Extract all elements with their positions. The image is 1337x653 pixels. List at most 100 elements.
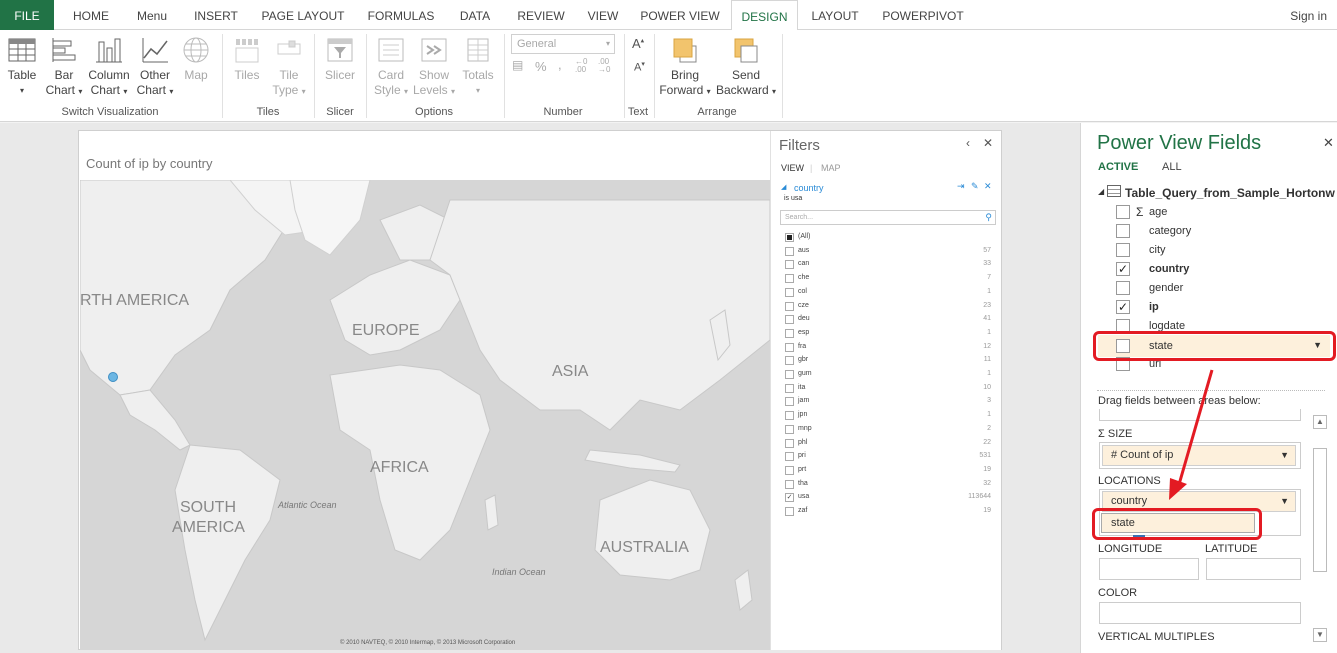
filter-value-row[interactable]: esp 1 (785, 328, 995, 341)
filter-value-row[interactable]: mnp 2 (785, 424, 995, 437)
filter-value-row[interactable]: jpn 1 (785, 410, 995, 423)
color-drop-area[interactable] (1099, 602, 1301, 624)
filter-value-checkbox[interactable] (785, 411, 794, 421)
decrease-font-icon[interactable]: A▾ (634, 60, 645, 74)
tab-insert[interactable]: INSERT (186, 0, 246, 30)
totals-button[interactable]: Totals ▾ (458, 36, 498, 98)
tab-layout[interactable]: LAYOUT (804, 0, 866, 30)
scroll-up-button[interactable]: ▲ (1313, 415, 1327, 429)
tab-power-view[interactable]: POWER VIEW (634, 0, 726, 30)
filter-search-input[interactable]: Search... ⚲ (780, 210, 996, 225)
decrease-decimal-icon[interactable]: .00 →0 (598, 58, 610, 74)
filter-value-checkbox[interactable] (785, 233, 794, 242)
send-backward-button[interactable]: Send Backward ▾ (714, 36, 778, 99)
filter-value-row[interactable]: fra 12 (785, 342, 995, 355)
show-levels-button[interactable]: Show Levels ▾ (412, 36, 456, 99)
slicer-button[interactable]: Slicer (320, 36, 360, 83)
field-item-category[interactable]: category (1116, 223, 1316, 241)
filter-value-checkbox[interactable] (785, 465, 794, 475)
filter-value-checkbox[interactable] (785, 397, 794, 407)
table-button[interactable]: Table ▾ (4, 36, 40, 98)
filter-value-row[interactable]: zaf 19 (785, 506, 995, 519)
map-data-point-usa[interactable] (108, 372, 118, 382)
tab-review[interactable]: REVIEW (510, 0, 572, 30)
filter-expand-icon[interactable]: ◢ (781, 183, 786, 191)
filter-value-checkbox[interactable] (785, 301, 794, 311)
filter-value-row[interactable]: can 33 (785, 259, 995, 272)
filter-value-checkbox[interactable] (785, 438, 794, 448)
field-checkbox[interactable] (1116, 205, 1130, 219)
number-format-dropdown[interactable]: General ▾ (511, 34, 615, 54)
field-item-ip[interactable]: ✓ ip (1116, 299, 1316, 317)
filter-value-checkbox[interactable] (785, 342, 794, 352)
filter-value-row[interactable]: cze 23 (785, 301, 995, 314)
delete-filter-icon[interactable]: ✕ (984, 181, 992, 192)
latitude-drop-area[interactable] (1206, 558, 1301, 580)
sign-in-link[interactable]: Sign in (1290, 0, 1327, 32)
card-style-button[interactable]: Card Style ▾ (370, 36, 412, 99)
tab-menu[interactable]: Menu (128, 0, 176, 30)
world-map[interactable]: RTH AMERICA EUROPE ASIA AFRICA SOUTH AME… (80, 180, 770, 650)
filter-value-checkbox[interactable] (785, 356, 794, 366)
filter-value-checkbox[interactable] (785, 507, 794, 516)
tab-data[interactable]: DATA (450, 0, 500, 30)
field-item-gender[interactable]: gender (1116, 280, 1316, 298)
filter-value-checkbox[interactable] (785, 452, 794, 462)
tab-page-layout[interactable]: PAGE LAYOUT (255, 0, 351, 30)
filter-value-checkbox[interactable] (785, 370, 794, 379)
tab-home[interactable]: HOME (64, 0, 118, 30)
filter-value-row[interactable]: col 1 (785, 287, 995, 300)
filter-value-row[interactable]: che 7 (785, 273, 995, 286)
bring-forward-button[interactable]: Bring Forward ▾ (658, 36, 712, 99)
tab-powerpivot[interactable]: POWERPIVOT (876, 0, 970, 30)
collapse-filters-icon[interactable]: ‹ (966, 136, 970, 150)
field-checkbox[interactable] (1116, 224, 1130, 238)
field-checkbox[interactable] (1116, 281, 1130, 295)
bar-chart-button[interactable]: Bar Chart ▾ (44, 36, 84, 99)
other-chart-button[interactable]: Other Chart ▾ (134, 36, 176, 99)
tiles-button[interactable]: Tiles (228, 36, 266, 83)
column-chart-button[interactable]: Column Chart ▾ (86, 36, 132, 99)
filter-value-checkbox[interactable] (785, 246, 794, 256)
filter-value-checkbox[interactable] (785, 479, 794, 489)
filter-mode-icon[interactable]: ⇥ (957, 181, 965, 192)
filter-value-row[interactable]: jam 3 (785, 396, 995, 409)
filter-value-row[interactable]: prt 19 (785, 465, 995, 478)
filter-value-row[interactable]: tha 32 (785, 479, 995, 492)
field-checkbox[interactable]: ✓ (1116, 300, 1130, 314)
fields-tab-active[interactable]: ACTIVE (1098, 161, 1138, 173)
tab-formulas[interactable]: FORMULAS (362, 0, 440, 30)
tab-file[interactable]: FILE (0, 0, 54, 30)
fields-tab-all[interactable]: ALL (1162, 161, 1182, 173)
filters-tab-view[interactable]: VIEW (781, 163, 804, 173)
filter-value-checkbox[interactable] (785, 260, 794, 270)
filter-value-row[interactable]: deu 41 (785, 314, 995, 327)
filter-value-checkbox[interactable] (785, 287, 794, 297)
field-checkbox[interactable]: ✓ (1116, 262, 1130, 276)
field-item-city[interactable]: city (1116, 242, 1316, 260)
tile-type-button[interactable]: Tile Type ▾ (270, 36, 308, 99)
filters-tab-map[interactable]: MAP (821, 163, 841, 173)
filter-value-row[interactable]: gbr 11 (785, 355, 995, 368)
tab-design[interactable]: DESIGN (731, 0, 798, 31)
filter-value-row[interactable]: aus 57 (785, 246, 995, 259)
collapse-table-icon[interactable]: ◢ (1098, 187, 1104, 196)
filter-value-checkbox[interactable]: ✓ (785, 493, 794, 503)
field-checkbox[interactable] (1116, 243, 1130, 257)
percent-icon[interactable]: % (535, 59, 547, 74)
scrollbar-track[interactable] (1313, 448, 1327, 572)
field-item-country[interactable]: ✓ country (1116, 261, 1316, 279)
filter-value-row[interactable]: phl 22 (785, 438, 995, 451)
increase-decimal-icon[interactable]: ←0.00 (575, 58, 587, 74)
currency-format-icon[interactable]: ▤ (512, 58, 523, 72)
close-fields-icon[interactable]: ✕ (1323, 135, 1334, 151)
filter-value-checkbox[interactable] (785, 424, 794, 434)
tab-view[interactable]: VIEW (582, 0, 624, 30)
filter-value-row[interactable]: ita 10 (785, 383, 995, 396)
map-button[interactable]: Map (178, 36, 214, 83)
scroll-down-button[interactable]: ▼ (1313, 628, 1327, 642)
filter-value-checkbox[interactable] (785, 274, 794, 284)
filter-value-row[interactable]: (All) (785, 232, 995, 245)
filter-value-checkbox[interactable] (785, 383, 794, 393)
filter-value-checkbox[interactable] (785, 328, 794, 338)
